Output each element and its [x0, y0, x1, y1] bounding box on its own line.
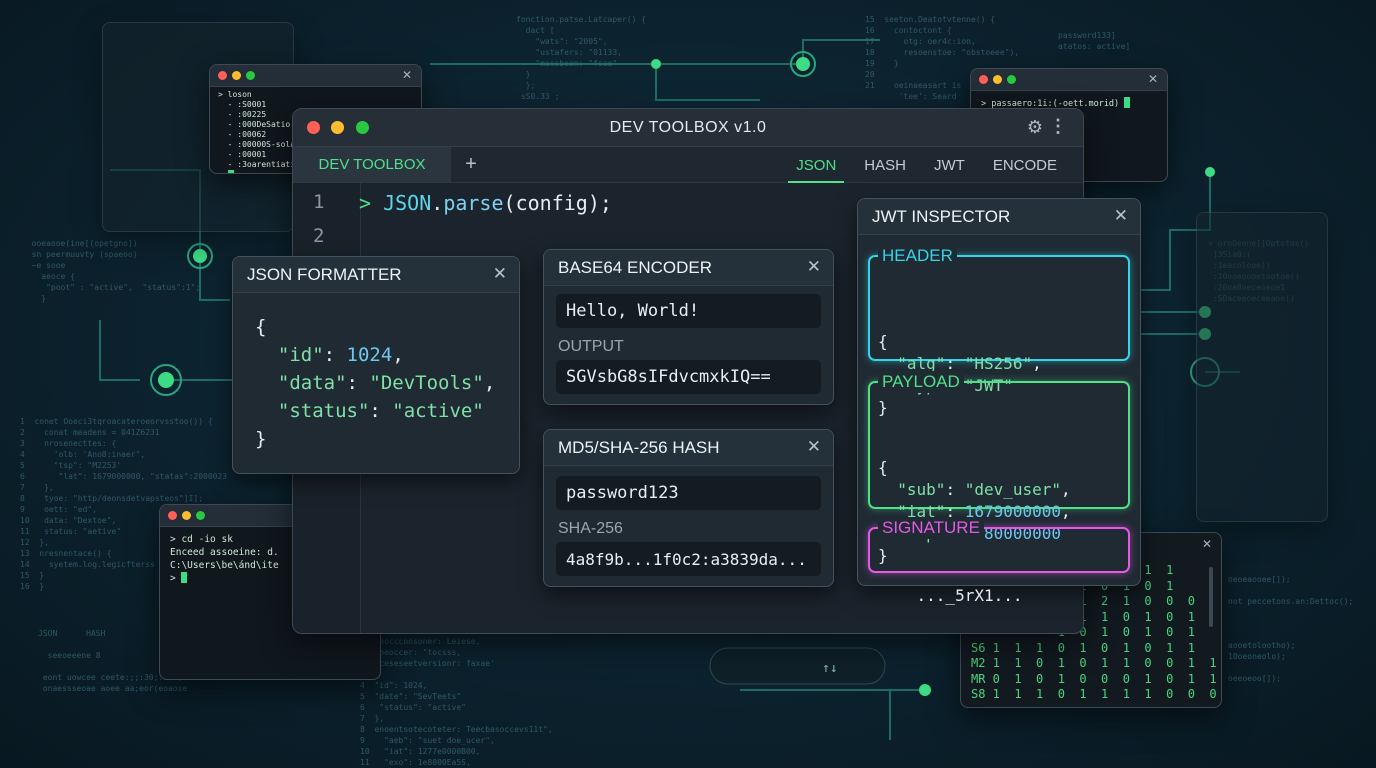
maximize-dot[interactable]	[246, 71, 255, 80]
code-method: parse	[443, 191, 504, 215]
jwt-inspector-panel: JWT INSPECTOR ✕ HEADER { "alg": "HS256", …	[857, 198, 1141, 605]
svg-text:↑↓: ↑↓	[822, 661, 838, 676]
kebab-menu-icon[interactable]: ⋮	[1049, 116, 1067, 137]
base64-input[interactable]: Hello, World!	[556, 294, 821, 328]
hash-panel: MD5/SHA-256 HASH ✕ password123 SHA-256 4a…	[543, 429, 834, 587]
jwt-header-box[interactable]: HEADER { "alg": "HS256", "typ": "JWT"}	[868, 245, 1130, 417]
panel-title: JWT INSPECTOR	[872, 206, 1011, 226]
close-dot[interactable]	[168, 511, 177, 520]
json-line: "status": "active"	[277, 400, 484, 422]
close-icon[interactable]: ✕	[807, 437, 821, 457]
tab-dev-toolbox[interactable]: DEV TOOLBOX	[293, 147, 451, 182]
line-number: 2	[313, 225, 325, 247]
signature-value: ..._5rX1...	[916, 586, 1023, 605]
maximize-dot[interactable]	[196, 511, 205, 520]
hash-output[interactable]: 4a8f9b...1f0c2:a3839da...	[556, 542, 821, 576]
prompt-symbol: >	[359, 191, 384, 215]
background-window	[1196, 212, 1328, 522]
close-icon[interactable]: ✕	[1114, 206, 1128, 226]
cursor	[227, 170, 234, 173]
json-line: "data": "DevTools",	[277, 372, 496, 394]
json-output[interactable]: { "id": 1024, "data": "DevTools", "statu…	[255, 313, 495, 453]
cursor	[181, 572, 188, 583]
jwt-payload-box[interactable]: PAYLOAD { "sub": "dev_user", "iat": 1679…	[868, 371, 1130, 565]
tab-hash[interactable]: HASH	[850, 147, 920, 183]
close-icon[interactable]: ✕	[807, 257, 821, 277]
hash-input[interactable]: password123	[556, 476, 821, 510]
nav-tabs: JSON HASH JWT ENCODE	[782, 147, 1071, 183]
json-line: {	[878, 332, 888, 351]
tab-json[interactable]: JSON	[782, 147, 850, 183]
json-line: }	[255, 428, 267, 450]
tab-jwt[interactable]: JWT	[920, 147, 979, 183]
tab-encode[interactable]: ENCODE	[979, 147, 1071, 183]
json-formatter-panel: JSON FORMATTER ✕ { "id": 1024, "data": "D…	[232, 256, 520, 474]
app-title: DEV TOOLBOX v1.0	[609, 118, 767, 136]
json-line: "id": 1024,	[277, 344, 404, 366]
close-dot[interactable]	[979, 75, 988, 84]
code-object: JSON	[383, 191, 432, 215]
panel-title: JSON FORMATTER	[247, 264, 402, 284]
binary-row: M2 1 1 0 1 0 1 1 0 0 1 1 0	[971, 656, 1222, 670]
output-label: OUTPUT	[558, 338, 624, 355]
minimize-dot[interactable]	[232, 71, 241, 80]
header-label: HEADER	[878, 245, 957, 267]
payload-label: PAYLOAD	[878, 371, 964, 393]
title-bar: DEV TOOLBOX v1.0 ⚙ ⋮	[293, 109, 1083, 147]
binary-row: S6 1 1 1 0 1 0 1 0 1 1	[971, 640, 1195, 655]
code-line[interactable]: > JSON.parse(config);	[359, 191, 612, 215]
signature-label: SIGNATURE	[878, 517, 984, 539]
gear-icon[interactable]: ⚙	[1027, 117, 1043, 138]
line-number: 1	[313, 191, 325, 213]
panel-title: MD5/SHA-256 HASH	[558, 437, 720, 457]
binary-row: S8 1 1 1 0 1 1 1 1 0 0 0 1	[971, 687, 1222, 701]
json-line: "sub": "dev_user",	[897, 480, 1071, 499]
close-icon[interactable]: ✕	[402, 68, 412, 82]
binary-row: MR 0 1 0 1 0 0 0 1 0 1 1 1	[971, 671, 1222, 686]
scrollbar[interactable]	[1209, 567, 1213, 627]
code-dot: .	[431, 191, 444, 215]
cursor	[1124, 97, 1131, 108]
json-line: {	[255, 316, 267, 338]
base64-output[interactable]: SGVsbG8sIFdvcmxkIQ==	[556, 360, 821, 394]
panel-title: BASE64 ENCODER	[558, 257, 712, 277]
terminal-line: > loson	[218, 90, 252, 99]
maximize-dot[interactable]	[1007, 75, 1016, 84]
json-line: {	[878, 458, 888, 477]
close-dot[interactable]	[218, 71, 227, 80]
algorithm-label: SHA-256	[558, 520, 623, 537]
tab-bar: DEV TOOLBOX + JSON HASH JWT ENCODE	[293, 147, 1083, 183]
code-args: (config);	[503, 191, 612, 215]
base64-encoder-panel: BASE64 ENCODER ✕ Hello, World! OUTPUT SGV…	[543, 249, 834, 405]
close-icon[interactable]: ✕	[1148, 72, 1158, 86]
minimize-dot[interactable]	[993, 75, 1002, 84]
close-icon[interactable]: ✕	[1202, 537, 1212, 551]
jwt-signature-box[interactable]: SIGNATURE ..._5rX1...	[868, 517, 1130, 605]
minimize-dot[interactable]	[182, 511, 191, 520]
close-icon[interactable]: ✕	[493, 264, 507, 284]
plus-icon[interactable]: +	[451, 147, 491, 182]
